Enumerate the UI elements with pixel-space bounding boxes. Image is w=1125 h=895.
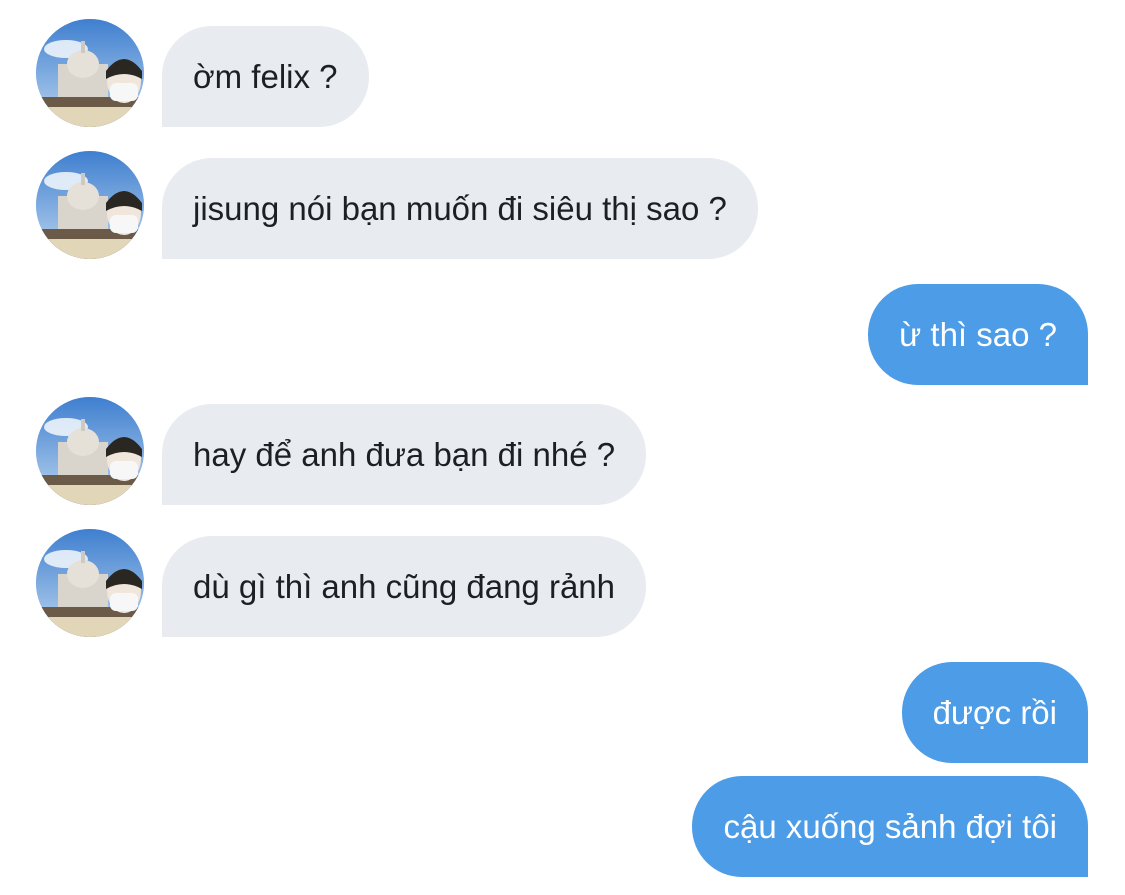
message-bubble-outgoing[interactable]: ừ thì sao ? (868, 284, 1088, 385)
contact-avatar[interactable] (36, 397, 144, 505)
contact-avatar[interactable] (36, 151, 144, 259)
message-row-incoming: jisung nói bạn muốn đi siêu thị sao ? (0, 151, 1125, 259)
message-row-incoming: dù gì thì anh cũng đang rảnh (0, 529, 1125, 637)
message-bubble-incoming[interactable]: hay để anh đưa bạn đi nhé ? (162, 404, 647, 505)
message-bubble-incoming[interactable]: dù gì thì anh cũng đang rảnh (162, 536, 647, 637)
message-row-incoming: ờm felix ? (0, 19, 1125, 127)
message-row-outgoing: được rồi (0, 662, 1125, 763)
avatar-photo-icon (36, 397, 144, 505)
message-bubble-outgoing[interactable]: cậu xuống sảnh đợi tôi (692, 776, 1088, 877)
contact-avatar[interactable] (36, 19, 144, 127)
avatar-photo-icon (36, 151, 144, 259)
message-bubble-incoming[interactable]: jisung nói bạn muốn đi siêu thị sao ? (162, 158, 758, 259)
message-bubble-incoming[interactable]: ờm felix ? (162, 26, 369, 127)
message-row-outgoing: cậu xuống sảnh đợi tôi (0, 776, 1125, 877)
avatar-photo-icon (36, 529, 144, 637)
avatar-photo-icon (36, 19, 144, 127)
message-bubble-outgoing[interactable]: được rồi (901, 662, 1088, 763)
message-row-incoming: hay để anh đưa bạn đi nhé ? (0, 397, 1125, 505)
message-row-outgoing: ừ thì sao ? (0, 284, 1125, 385)
contact-avatar[interactable] (36, 529, 144, 637)
